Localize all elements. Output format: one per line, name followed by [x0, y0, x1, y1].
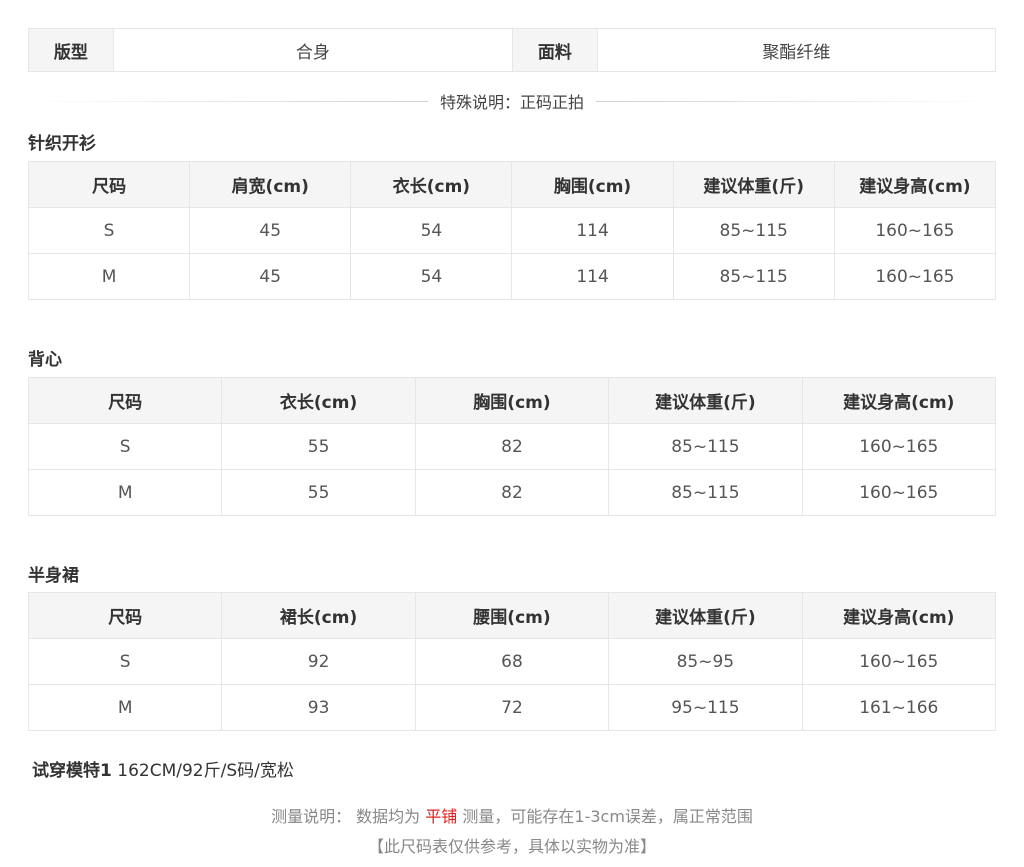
table-header-row: 尺码 裙长(cm) 腰围(cm) 建议体重(斤) 建议身高(cm): [27, 592, 997, 639]
fabric-value: 聚酯纤维: [762, 42, 831, 63]
header-cell: 尺码: [27, 161, 191, 208]
table-cell: 114: [511, 207, 674, 254]
divider-right: [596, 100, 997, 102]
table-cell: 85~115: [608, 423, 803, 470]
table-cell: 82: [414, 469, 610, 516]
measure-prefix: 测量说明： 数据均为: [271, 807, 426, 826]
header-cell: 建议身高(cm): [801, 592, 997, 639]
disclaimer: 【此尺码表仅供参考，具体以实物为准】: [367, 837, 656, 856]
size-table-cardigan: 尺码 肩宽(cm) 衣长(cm) 胸围(cm) 建议体重(斤) 建议身高(cm)…: [27, 161, 997, 300]
header-cell: 建议身高(cm): [833, 161, 997, 208]
table-cell: 45: [189, 207, 352, 254]
header-cell: 建议体重(斤): [608, 377, 803, 424]
table-cell: 160~165: [801, 423, 997, 470]
header-cell: 建议身高(cm): [801, 377, 997, 424]
table-row: M 45 54 114 85~115 160~165: [27, 253, 997, 300]
table-cell: 160~165: [801, 638, 997, 685]
table-cell: 72: [414, 684, 610, 731]
table-cell: 54: [350, 253, 513, 300]
size-table-skirt: 尺码 裙长(cm) 腰围(cm) 建议体重(斤) 建议身高(cm) S 92 6…: [27, 592, 997, 731]
header-cell: 建议体重(斤): [608, 592, 803, 639]
table-cell: 68: [414, 638, 610, 685]
header-cell: 裙长(cm): [221, 592, 416, 639]
table-cell: 55: [221, 423, 416, 470]
header-cell: 尺码: [27, 377, 223, 424]
header-cell: 胸围(cm): [414, 377, 610, 424]
table-cell: 160~165: [833, 253, 997, 300]
table-cell: M: [27, 684, 223, 731]
divider-left: [28, 100, 428, 102]
header-cell: 建议体重(斤): [672, 161, 835, 208]
header-cell: 衣长(cm): [221, 377, 416, 424]
table-cell: S: [27, 423, 223, 470]
table-cell: M: [27, 253, 191, 300]
fit-value: 合身: [114, 29, 513, 71]
table-cell: 55: [221, 469, 416, 516]
fit-label: 版型: [29, 29, 114, 71]
model-value: 162CM/92斤/S码/宽松: [111, 761, 294, 781]
table-cell: 45: [189, 253, 352, 300]
table-cell: S: [27, 638, 223, 685]
table-cell: M: [27, 469, 223, 516]
table-cell: 85~95: [608, 638, 803, 685]
table-cell: 161~166: [801, 684, 997, 731]
product-info-table: 版型 合身 面料 聚酯纤维: [28, 28, 996, 72]
special-note: 特殊说明：正码正拍: [28, 86, 997, 116]
header-cell: 腰围(cm): [414, 592, 610, 639]
fabric-label: 面料: [513, 29, 598, 71]
table-header-row: 尺码 衣长(cm) 胸围(cm) 建议体重(斤) 建议身高(cm): [27, 377, 997, 424]
table-row: S 55 82 85~115 160~165: [27, 423, 997, 470]
table-cell: 160~165: [833, 207, 997, 254]
model-label: 试穿模特1: [32, 761, 112, 781]
table-cell: 95~115: [608, 684, 803, 731]
section-title-cardigan: 针织开衫: [28, 134, 96, 154]
measure-suffix: 测量，可能存在1-3cm误差，属正常范围: [457, 807, 753, 826]
header-cell: 胸围(cm): [511, 161, 674, 208]
table-header-row: 尺码 肩宽(cm) 衣长(cm) 胸围(cm) 建议体重(斤) 建议身高(cm): [27, 161, 997, 208]
table-cell: 82: [414, 423, 610, 470]
section-title-skirt: 半身裙: [28, 566, 79, 586]
header-cell: 衣长(cm): [350, 161, 513, 208]
table-row: M 93 72 95~115 161~166: [27, 684, 997, 731]
table-cell: 85~115: [672, 253, 835, 300]
table-cell: 54: [350, 207, 513, 254]
special-note-text: 特殊说明：正码正拍: [440, 93, 585, 112]
table-row: S 45 54 114 85~115 160~165: [27, 207, 997, 254]
header-cell: 肩宽(cm): [189, 161, 352, 208]
section-title-vest: 背心: [28, 350, 62, 370]
table-cell: 92: [221, 638, 416, 685]
table-cell: S: [27, 207, 191, 254]
table-cell: 85~115: [608, 469, 803, 516]
table-row: M 55 82 85~115 160~165: [27, 469, 997, 516]
table-row: S 92 68 85~95 160~165: [27, 638, 997, 685]
table-cell: 114: [511, 253, 674, 300]
model-info: 试穿模特1 162CM/92斤/S码/宽松: [32, 756, 294, 781]
table-cell: 93: [221, 684, 416, 731]
table-cell: 160~165: [801, 469, 997, 516]
size-table-vest: 尺码 衣长(cm) 胸围(cm) 建议体重(斤) 建议身高(cm) S 55 8…: [27, 377, 997, 516]
header-cell: 尺码: [27, 592, 223, 639]
table-cell: 85~115: [672, 207, 835, 254]
measure-note: 测量说明： 数据均为 平铺 测量，可能存在1-3cm误差，属正常范围: [28, 803, 996, 827]
measure-highlight: 平铺: [425, 807, 458, 826]
size-chart: 版型 合身 面料 聚酯纤维 特殊说明：正码正拍 针织开衫 尺码 肩宽(cm) 衣…: [27, 28, 997, 856]
